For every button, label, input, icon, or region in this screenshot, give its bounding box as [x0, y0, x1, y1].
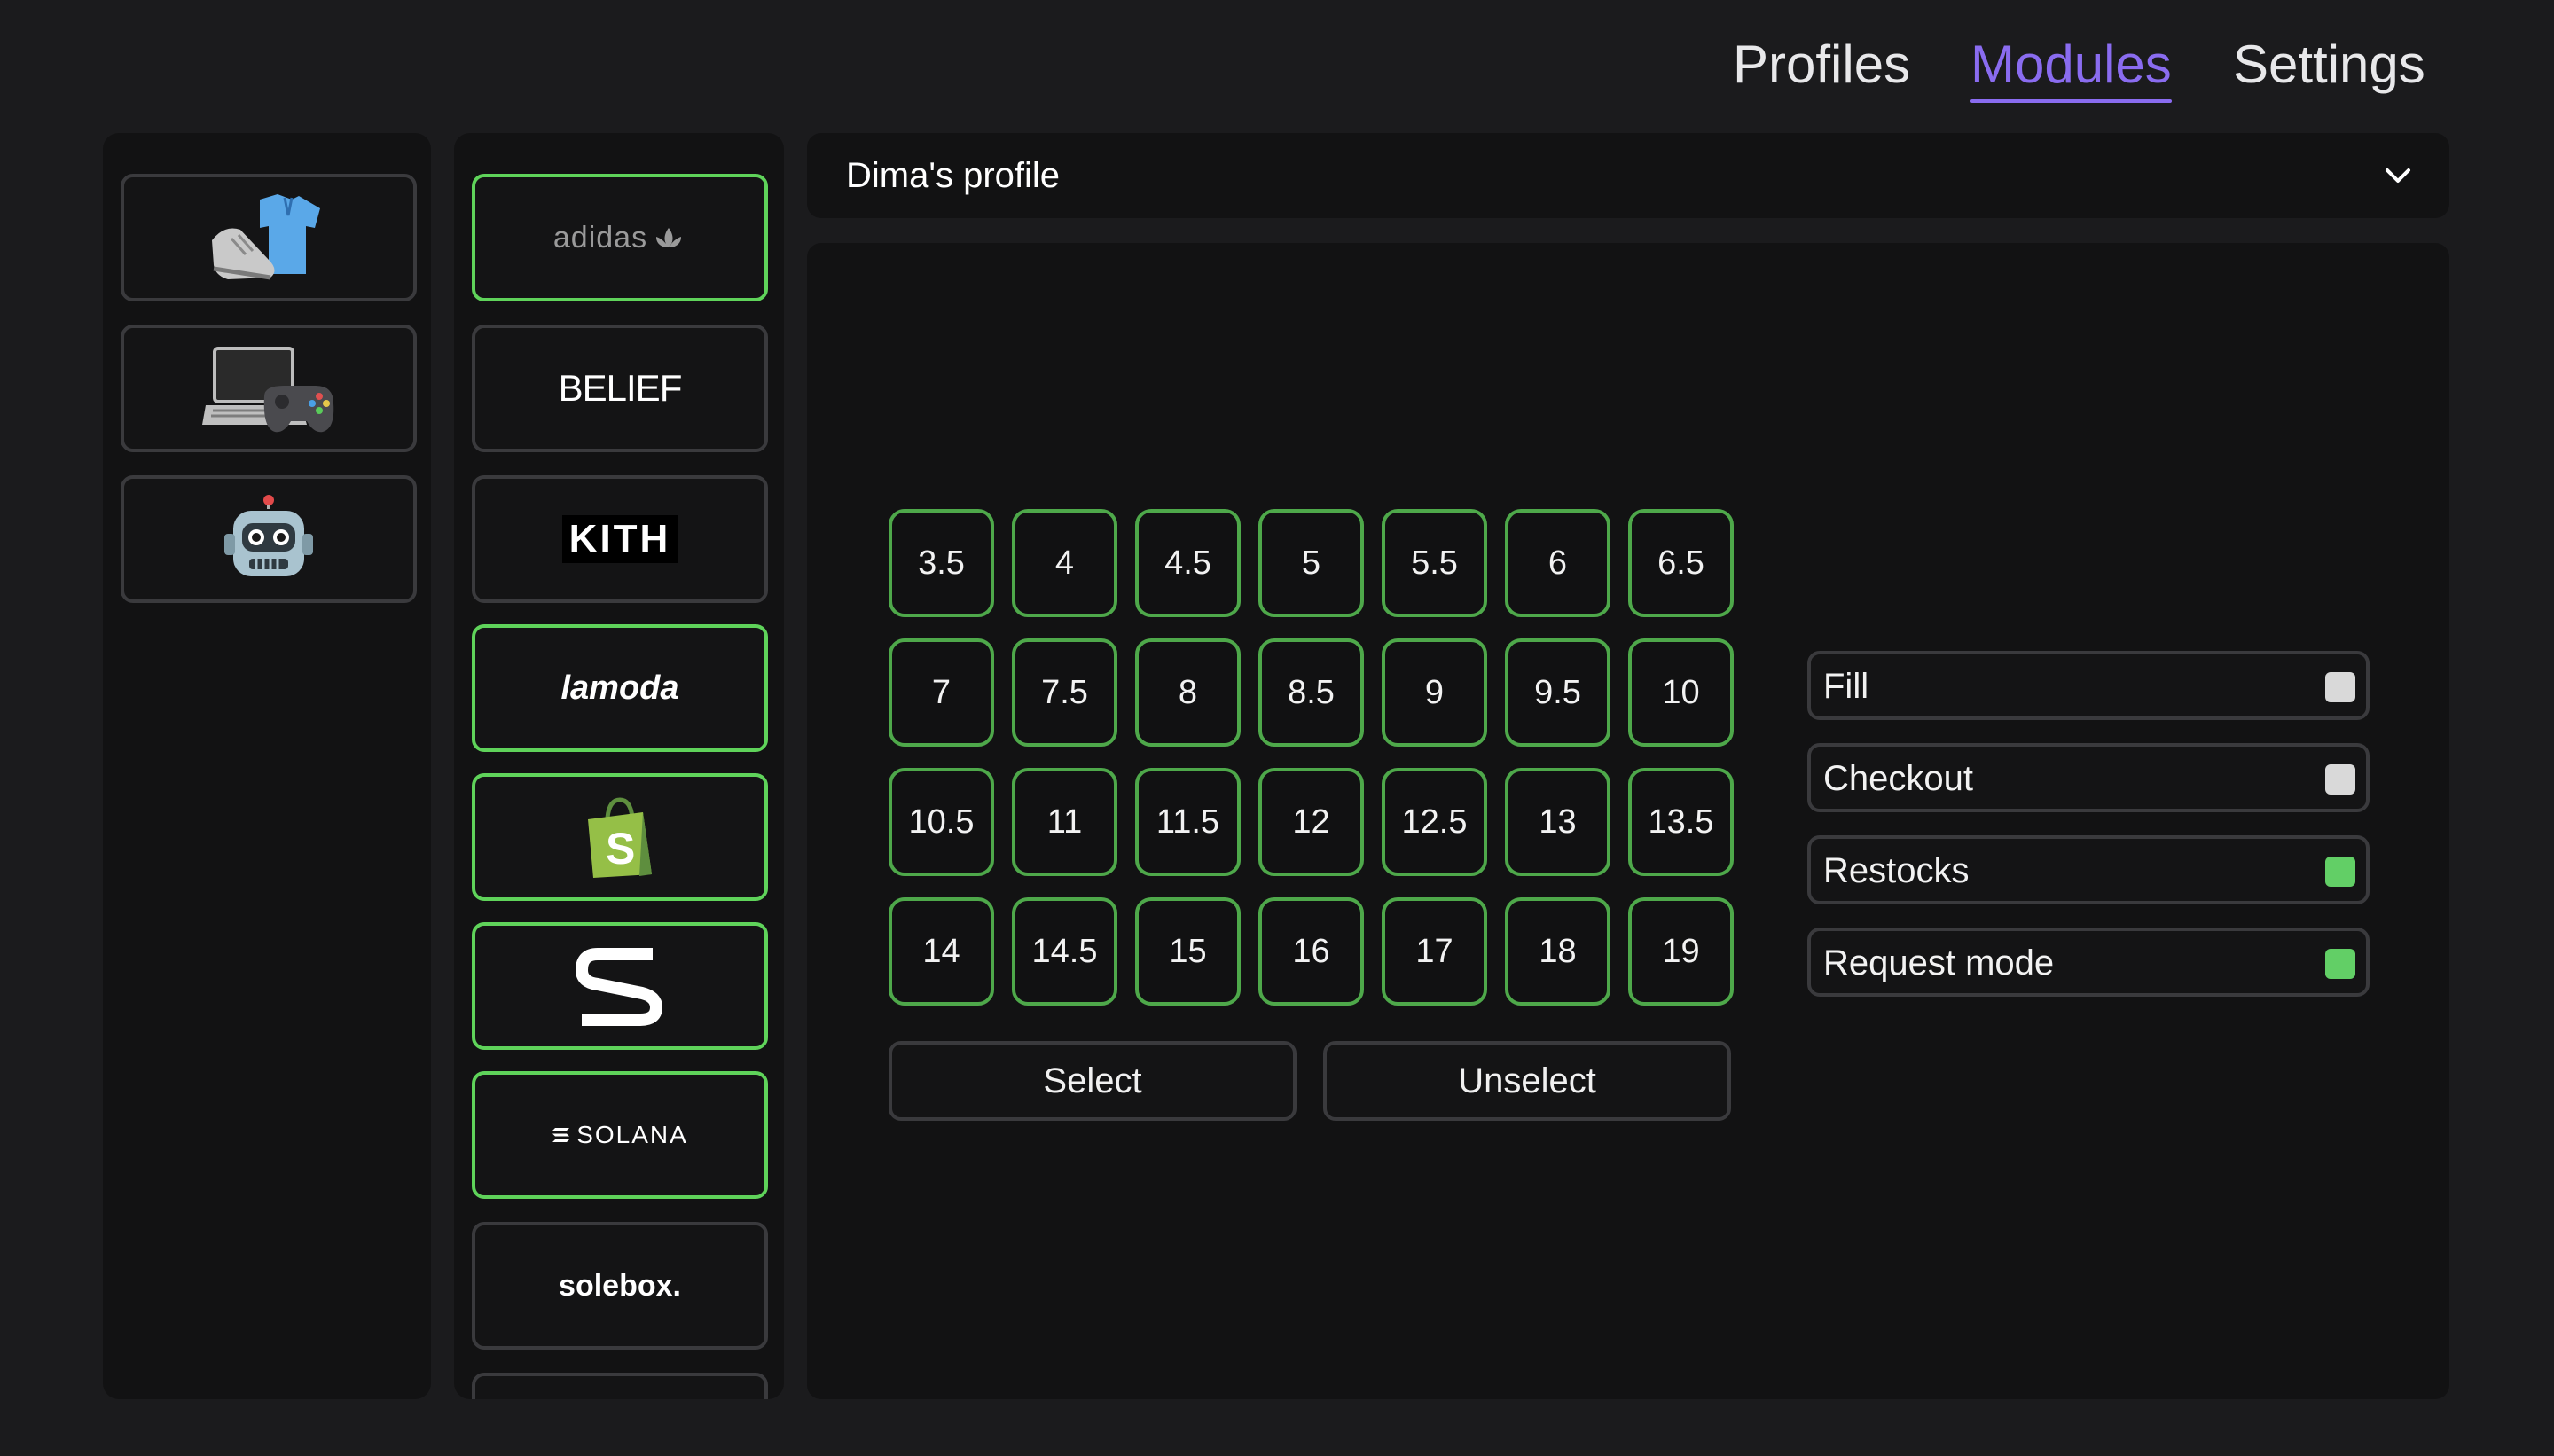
select-button[interactable]: Select [889, 1041, 1297, 1121]
size-button[interactable]: 5.5 [1382, 509, 1487, 617]
belief-logo-icon: BELIEF [558, 367, 683, 409]
option-checkbox[interactable] [2325, 764, 2355, 795]
category-bots[interactable] [121, 475, 417, 603]
size-button[interactable]: 4 [1012, 509, 1117, 617]
sneaker-shirt-icon [212, 194, 320, 280]
nav-modules-label: Modules [1970, 35, 2172, 94]
option-restocks[interactable]: Restocks [1807, 835, 2370, 904]
trefoil-icon [656, 228, 682, 247]
option-label: Checkout [1823, 759, 1973, 798]
shopify-bag-icon: S [588, 797, 652, 878]
store-list: adidas BELIEF KITH lamoda S SOLANA soleb… [454, 133, 784, 1399]
size-button[interactable]: 16 [1258, 897, 1364, 1006]
size-button[interactable]: 13 [1505, 768, 1610, 876]
svg-text:S: S [606, 824, 635, 873]
option-checkbox[interactable] [2325, 949, 2355, 979]
laptop-gamepad-icon [202, 347, 334, 433]
size-button[interactable]: 10 [1628, 638, 1734, 747]
store-lamoda[interactable]: lamoda [472, 624, 768, 752]
size-button[interactable]: 3.5 [889, 509, 994, 617]
nav-profiles[interactable]: Profiles [1733, 34, 1910, 95]
size-button[interactable]: 17 [1382, 897, 1487, 1006]
store-shopify[interactable]: S [472, 773, 768, 901]
category-electronics[interactable] [121, 325, 417, 452]
size-button[interactable]: 11.5 [1135, 768, 1241, 876]
top-nav: Profiles Modules Settings [0, 34, 2554, 105]
option-label: Fill [1823, 667, 1869, 706]
category-apparel[interactable] [121, 174, 417, 301]
option-label: Restocks [1823, 851, 1970, 890]
size-button[interactable]: 12.5 [1382, 768, 1487, 876]
option-request-mode[interactable]: Request mode [1807, 928, 2370, 997]
size-button[interactable]: 5 [1258, 509, 1364, 617]
profile-select[interactable]: Dima's profile [807, 133, 2449, 218]
chevron-down-icon [2386, 168, 2410, 183]
size-button[interactable]: 6.5 [1628, 509, 1734, 617]
unselect-button[interactable]: Unselect [1323, 1041, 1731, 1121]
nav-modules[interactable]: Modules [1970, 34, 2172, 103]
size-button[interactable]: 14.5 [1012, 897, 1117, 1006]
kith-logo-icon: KITH [561, 515, 678, 563]
solebox-logo-icon: solebox. [559, 1268, 681, 1303]
size-button[interactable]: 7 [889, 638, 994, 747]
size-button[interactable]: 8 [1135, 638, 1241, 747]
size-button[interactable]: 11 [1012, 768, 1117, 876]
size-button[interactable]: 13.5 [1628, 768, 1734, 876]
option-label: Request mode [1823, 943, 2055, 982]
size-button[interactable]: 9.5 [1505, 638, 1610, 747]
size-button[interactable]: 18 [1505, 897, 1610, 1006]
size-button[interactable]: 6 [1505, 509, 1610, 617]
size-button[interactable]: 15 [1135, 897, 1241, 1006]
store-more[interactable] [472, 1373, 768, 1399]
nav-active-underline [1970, 99, 2172, 103]
store-solana[interactable]: SOLANA [472, 1071, 768, 1199]
size-button[interactable]: 12 [1258, 768, 1364, 876]
nav-settings[interactable]: Settings [2233, 34, 2425, 95]
solana-bars-icon [552, 1128, 570, 1142]
store-kith[interactable]: KITH [472, 475, 768, 603]
profile-select-value: Dima's profile [846, 156, 1061, 195]
size-button[interactable]: 9 [1382, 638, 1487, 747]
store-s[interactable] [472, 922, 768, 1050]
solana-logo-icon: SOLANA [576, 1121, 688, 1148]
adidas-logo-icon: adidas [552, 220, 648, 254]
s-logo-icon [576, 948, 662, 1026]
lamoda-logo-icon: lamoda [560, 669, 679, 707]
size-button[interactable]: 4.5 [1135, 509, 1241, 617]
size-button[interactable]: 7.5 [1012, 638, 1117, 747]
size-button[interactable]: 10.5 [889, 768, 994, 876]
store-solebox[interactable]: solebox. [472, 1222, 768, 1350]
option-checkout[interactable]: Checkout [1807, 743, 2370, 812]
size-button[interactable]: 14 [889, 897, 994, 1006]
robot-icon [224, 495, 313, 576]
category-sidebar [103, 133, 431, 1399]
store-belief[interactable]: BELIEF [472, 325, 768, 452]
option-fill[interactable]: Fill [1807, 651, 2370, 720]
option-checkbox[interactable] [2325, 672, 2355, 702]
option-checkbox[interactable] [2325, 857, 2355, 887]
store-adidas[interactable]: adidas [472, 174, 768, 301]
size-button[interactable]: 8.5 [1258, 638, 1364, 747]
size-button[interactable]: 19 [1628, 897, 1734, 1006]
